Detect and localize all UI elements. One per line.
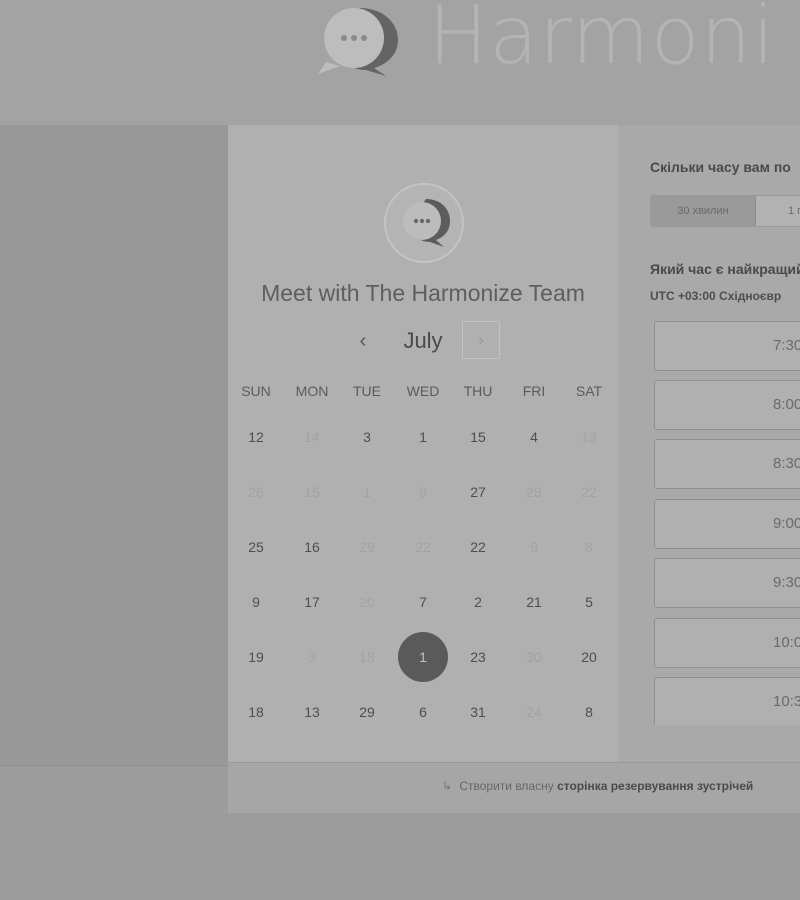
- calendar-day: 1: [363, 484, 371, 500]
- time-slot-button[interactable]: 9:00: [654, 499, 800, 549]
- calendar-day[interactable]: 9: [231, 577, 281, 627]
- calendar-day[interactable]: 25: [231, 522, 281, 572]
- calendar-day: 13: [581, 429, 597, 445]
- calendar-day[interactable]: 3: [342, 412, 392, 462]
- calendar-day: 8: [585, 539, 593, 555]
- time-slot-button[interactable]: 9:30: [654, 558, 800, 608]
- calendar-day[interactable]: 6: [398, 687, 448, 737]
- time-slot-label: 10:00: [773, 634, 800, 651]
- weekday-sat: SAT: [575, 383, 603, 399]
- calendar-day: 22: [415, 539, 431, 555]
- avatar: [384, 183, 464, 263]
- calendar-day-selected[interactable]: 1: [398, 632, 448, 682]
- calendar-day[interactable]: 7: [398, 577, 448, 627]
- calendar-day[interactable]: 12: [231, 412, 281, 462]
- calendar-day[interactable]: 1: [398, 412, 448, 462]
- calendar-day[interactable]: 27: [453, 467, 503, 517]
- link-arrow-icon: ↳: [442, 779, 453, 793]
- time-slot-label: 9:30: [773, 574, 800, 591]
- weekday-sun: SUN: [241, 383, 271, 399]
- calendar-day[interactable]: 16: [287, 522, 337, 572]
- create-own-page-link[interactable]: ↳ Створити власну сторінка резервування …: [442, 763, 753, 813]
- page-title: Meet with The Harmonize Team: [261, 280, 585, 306]
- calendar-day[interactable]: 19: [231, 632, 281, 682]
- calendar-panel: Meet with The Harmonize Team ‹ July › SU…: [228, 125, 618, 762]
- footer-text: Створити власну: [459, 779, 554, 793]
- calendar-day: 29: [359, 539, 375, 555]
- duration-option-60[interactable]: 1 г: [756, 196, 800, 226]
- calendar-day[interactable]: 20: [564, 632, 614, 682]
- calendar-day: 18: [359, 649, 375, 665]
- calendar-day: 9: [419, 484, 427, 500]
- time-slot-button[interactable]: 7:30: [654, 321, 800, 371]
- calendar-day[interactable]: 18: [231, 687, 281, 737]
- weekday-wed: WED: [406, 383, 440, 399]
- brand-name: Harmoni: [428, 0, 776, 82]
- calendar-day[interactable]: 2: [453, 577, 503, 627]
- calendar-day[interactable]: 21: [509, 577, 559, 627]
- calendar-day[interactable]: 31: [453, 687, 503, 737]
- time-slot-list: 7:30 8:00 8:30 9:00 9:30 10:00 10:30: [654, 321, 800, 725]
- harmonize-logo-icon: [312, 2, 402, 78]
- scheduler-panel: Скільки часу вам по 30 хвилин 1 г Який ч…: [618, 125, 800, 762]
- footer: ↳ Створити власну сторінка резервування …: [228, 762, 800, 813]
- calendar-day[interactable]: 23: [453, 632, 503, 682]
- time-slot-button[interactable]: 10:30: [654, 677, 800, 725]
- time-slot-label: 8:00: [773, 396, 800, 413]
- month-label: July: [403, 328, 443, 353]
- time-slot-button[interactable]: 10:00: [654, 618, 800, 668]
- calendar-day[interactable]: 13: [287, 687, 337, 737]
- calendar-day[interactable]: 15: [453, 412, 503, 462]
- weekday-mon: MON: [295, 383, 329, 399]
- calendar-day[interactable]: 17: [287, 577, 337, 627]
- calendar-day[interactable]: 22: [453, 522, 503, 572]
- calendar-day: 22: [581, 484, 597, 500]
- footer-link[interactable]: сторінка резервування зустрічей: [557, 779, 753, 793]
- calendar-day[interactable]: 4: [509, 412, 559, 462]
- time-slot-button[interactable]: 8:00: [654, 380, 800, 430]
- calendar-day: 15: [304, 484, 320, 500]
- calendar-day: 26: [248, 484, 264, 500]
- duration-option-30[interactable]: 30 хвилин: [651, 196, 756, 226]
- weekday-thu: THU: [463, 383, 493, 399]
- duration-selector: 30 хвилин 1 г: [650, 195, 800, 227]
- calendar-day: 24: [526, 704, 542, 720]
- time-question: Який час є найкращий: [650, 261, 800, 277]
- calendar-day[interactable]: 5: [564, 577, 614, 627]
- chat-logo-icon: [403, 199, 450, 247]
- time-slot-button[interactable]: 8:30: [654, 439, 800, 489]
- time-slot-label: 8:30: [773, 455, 800, 472]
- time-slot-label: 9:00: [773, 515, 800, 532]
- timezone-label[interactable]: UTC +03:00 Східноєвр: [650, 289, 781, 303]
- time-slot-label: 10:30: [773, 693, 800, 710]
- calendar-day: 20: [359, 594, 375, 610]
- calendar-day: 9: [530, 539, 538, 555]
- calendar-day: 14: [304, 429, 320, 445]
- time-slot-label: 7:30: [773, 337, 800, 354]
- duration-question: Скільки часу вам по: [650, 159, 791, 175]
- calendar-day[interactable]: 29: [342, 687, 392, 737]
- calendar-day: 30: [526, 649, 542, 665]
- weekday-tue: TUE: [353, 383, 381, 399]
- weekday-fri: FRI: [522, 383, 546, 399]
- calendar-day[interactable]: 8: [564, 687, 614, 737]
- month-navigation: ‹ July ›: [228, 321, 618, 361]
- prev-month-button[interactable]: ‹: [348, 324, 378, 358]
- next-month-button[interactable]: ›: [462, 321, 500, 359]
- calendar-day: 28: [526, 484, 542, 500]
- calendar-day: 3: [308, 649, 316, 665]
